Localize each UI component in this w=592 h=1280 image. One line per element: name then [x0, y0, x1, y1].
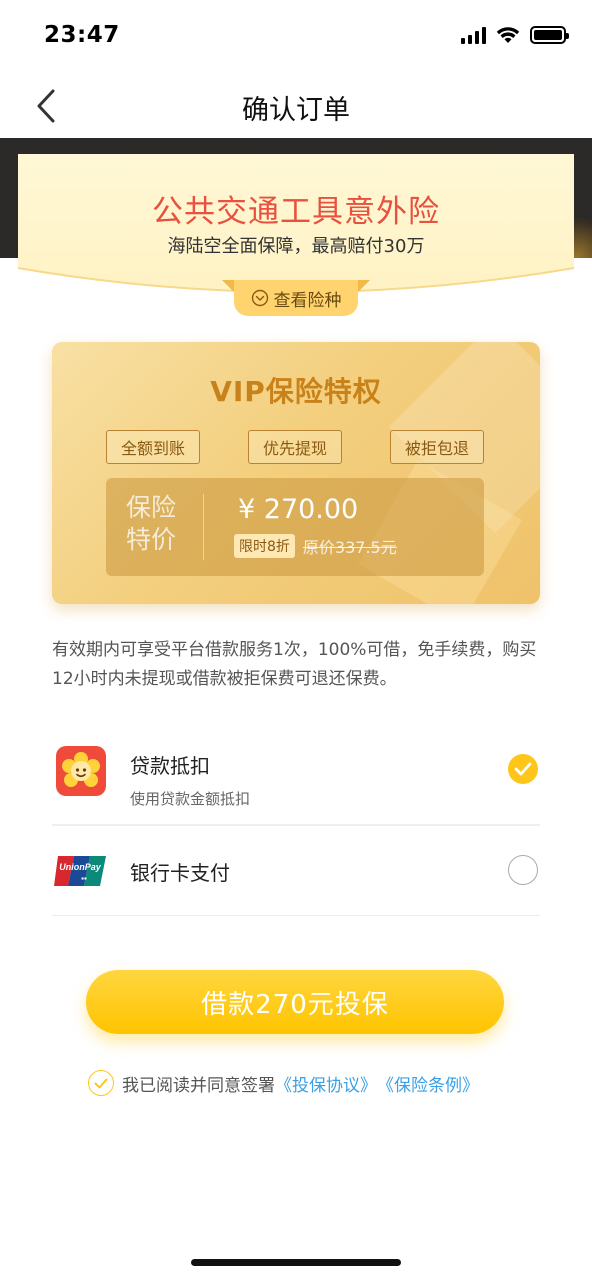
price-box: 保险特价 ¥ 270.00 限时8折 原价337.5元	[106, 478, 484, 576]
status-time: 23:47	[44, 22, 120, 48]
vip-tag: 全额到账	[106, 430, 201, 464]
insurance-subtitle: 海陆空全面保障，最高赔付30万	[167, 236, 425, 257]
checkmark-icon	[94, 1078, 108, 1088]
payment-option-bank-card[interactable]: UnionPay ▪▪ 银行卡支付	[52, 826, 540, 916]
agreement-row: 我已阅读并同意签署 《投保协议》 《保险条例》	[88, 1070, 479, 1096]
vip-tags: 全额到账 优先提现 被拒包退	[106, 430, 484, 464]
price-amount: ¥ 270.00	[238, 494, 359, 525]
loan-option-name: 贷款抵扣	[130, 754, 210, 778]
loan-app-icon	[56, 746, 106, 796]
view-insurance-button[interactable]: 查看险种	[222, 280, 370, 316]
bank-card-option-name: 银行卡支付	[130, 861, 230, 885]
vip-title: VIP保险特权	[210, 375, 382, 408]
insurance-terms-link[interactable]: 《保险条例》	[377, 1071, 479, 1096]
svg-text:▪▪: ▪▪	[81, 874, 87, 883]
unionpay-icon: UnionPay ▪▪	[54, 856, 106, 886]
view-insurance-label: 查看险种	[273, 290, 342, 311]
payment-option-loan[interactable]: 贷款抵扣 使用贷款金额抵扣	[52, 744, 540, 826]
insurance-agreement-link[interactable]: 《投保协议》	[275, 1071, 377, 1096]
vip-tag: 优先提现	[247, 430, 342, 464]
discount-badge: 限时8折	[234, 534, 295, 558]
chevron-down-circle-icon	[251, 289, 268, 307]
svg-text:UnionPay: UnionPay	[59, 862, 102, 872]
agreement-checkbox[interactable]	[88, 1070, 114, 1096]
signal-icon	[461, 26, 486, 44]
vip-card: VIP保险特权 全额到账 优先提现 被拒包退 保险特价 ¥ 270.00 限时8…	[52, 342, 540, 604]
bank-card-radio[interactable]	[508, 855, 538, 885]
original-price: 原价337.5元	[302, 538, 397, 557]
agreement-text: 我已阅读并同意签署	[122, 1075, 275, 1096]
borrow-insure-button[interactable]: 借款270元投保	[86, 970, 504, 1034]
insurance-title: 公共交通工具意外险	[152, 194, 440, 230]
status-icons	[461, 26, 569, 44]
home-indicator	[191, 1259, 401, 1266]
page-title: 确认订单	[242, 95, 350, 126]
wifi-icon	[496, 27, 520, 43]
loan-selected-check[interactable]	[508, 754, 538, 784]
battery-icon	[530, 26, 569, 44]
checkmark-icon	[514, 762, 532, 776]
service-description: 有效期内可享受平台借款服务1次，100%可借，免手续费，购买12小时内未提现或借…	[52, 640, 537, 689]
loan-option-subtitle: 使用贷款金额抵扣	[130, 790, 251, 808]
vip-tag: 被拒包退	[389, 430, 484, 464]
price-label: 保险特价	[126, 493, 177, 554]
status-bar: 23:47	[0, 0, 592, 72]
nav-bar: 确认订单	[0, 72, 592, 138]
